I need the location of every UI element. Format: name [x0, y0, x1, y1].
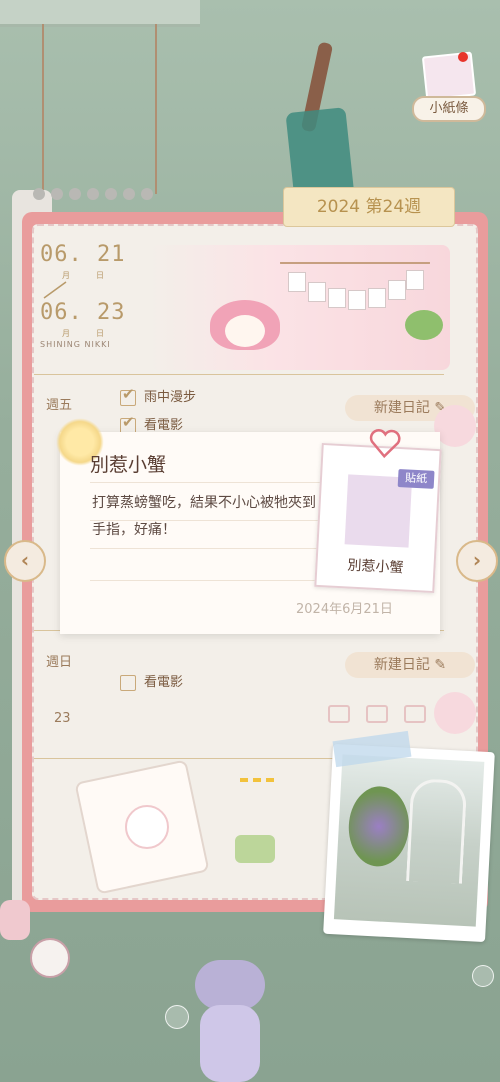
mini-photo [348, 290, 366, 310]
todo-item[interactable]: 看電影 [120, 671, 183, 691]
plant-illustration [405, 310, 443, 340]
new-entry-button[interactable]: 新建日記 ✎ [345, 652, 475, 678]
hanging-string [155, 24, 157, 194]
notification-dot [458, 52, 468, 62]
checkbox-empty-icon [120, 674, 136, 691]
girl-illustration [170, 290, 310, 360]
week-tab: 2024 第24週 [283, 187, 455, 227]
bubble [165, 1005, 189, 1029]
day-number: 23 [54, 711, 71, 726]
decor-circle [434, 692, 476, 734]
character-figure [180, 950, 280, 1082]
todo-text: 看電影 [144, 675, 184, 690]
empty-slot [328, 705, 350, 723]
row-divider [34, 374, 444, 375]
wisteria-tree [346, 784, 411, 868]
cookie [125, 805, 169, 849]
start-day: 21 [97, 242, 126, 267]
day-caption: 日 [96, 329, 104, 338]
new-entry-label: 新建日記 [373, 657, 430, 673]
diary-popup-card[interactable]: 別惹小蟹 打算蒸螃蟹吃，結果不小心被牠夾到手指，好痛！ 2024年6月21日 貼… [56, 418, 442, 634]
figure-body [200, 1005, 260, 1082]
hanging-string [42, 24, 44, 194]
checkbox-checked-icon [120, 385, 136, 406]
ruled-line [90, 548, 340, 549]
end-date: 06. 23 [40, 300, 126, 325]
end-month: 06. [40, 300, 83, 325]
edit-icon: ✎ [434, 657, 447, 673]
weekday-label: 週日 [46, 655, 73, 670]
figure-head [195, 960, 265, 1010]
decor-circle [434, 405, 476, 447]
start-month: 06. [40, 242, 83, 267]
garden-arch [406, 778, 468, 884]
sticker-card[interactable]: 貼紙 別惹小蟹 [314, 429, 442, 594]
next-page-button[interactable]: › [456, 540, 498, 582]
sticker-tag: 貼紙 [397, 469, 435, 489]
prev-page-button[interactable]: ‹ [4, 540, 46, 582]
mini-photo [288, 272, 306, 292]
todo-text: 看電影 [144, 418, 184, 433]
bubble [472, 965, 494, 987]
mini-photo [388, 280, 406, 300]
ruled-line [90, 580, 340, 581]
popup-title: 別惹小蟹 [90, 454, 167, 476]
empty-slot [366, 705, 388, 723]
cat-charm-decor [0, 880, 70, 1000]
day-caption: 日 [96, 271, 104, 280]
end-day: 23 [97, 300, 126, 325]
todo-item: 看電影 [120, 413, 184, 434]
popup-text: 打算蒸螃蟹吃，結果不小心被牠夾到手指，好痛！ [92, 495, 316, 538]
sticker-label: 別惹小蟹 [347, 557, 404, 577]
brand-label: SHINING NIKKI [40, 340, 111, 349]
matcha-cake [235, 835, 275, 863]
garden-photo [323, 743, 495, 943]
weekday-label: 週五 [46, 398, 73, 413]
popup-date: 2024年6月21日 [296, 602, 393, 617]
todo-text: 雨中漫步 [144, 390, 197, 405]
photo-scene [333, 754, 485, 927]
mini-photo [406, 270, 424, 290]
date-separator [43, 281, 67, 299]
month-caption: 月 [62, 329, 70, 338]
note-button-label: 小紙條 [412, 96, 486, 122]
mini-photo [368, 288, 386, 308]
todo-item: 雨中漫步 [120, 385, 197, 406]
mini-photo [328, 288, 346, 308]
heart-icon [369, 429, 401, 459]
note-photo-icon [421, 51, 477, 101]
empty-slot [404, 705, 426, 723]
start-date: 06. 21 [40, 242, 126, 267]
new-entry-label: 新建日記 [373, 400, 430, 416]
girl-face [225, 315, 265, 347]
hanging-rail [0, 0, 200, 27]
ruled-line [90, 482, 340, 483]
note-button[interactable]: 小紙條 [410, 51, 486, 122]
decor-stripes [240, 778, 274, 806]
ruled-line [90, 520, 340, 521]
mini-photo [308, 282, 326, 302]
